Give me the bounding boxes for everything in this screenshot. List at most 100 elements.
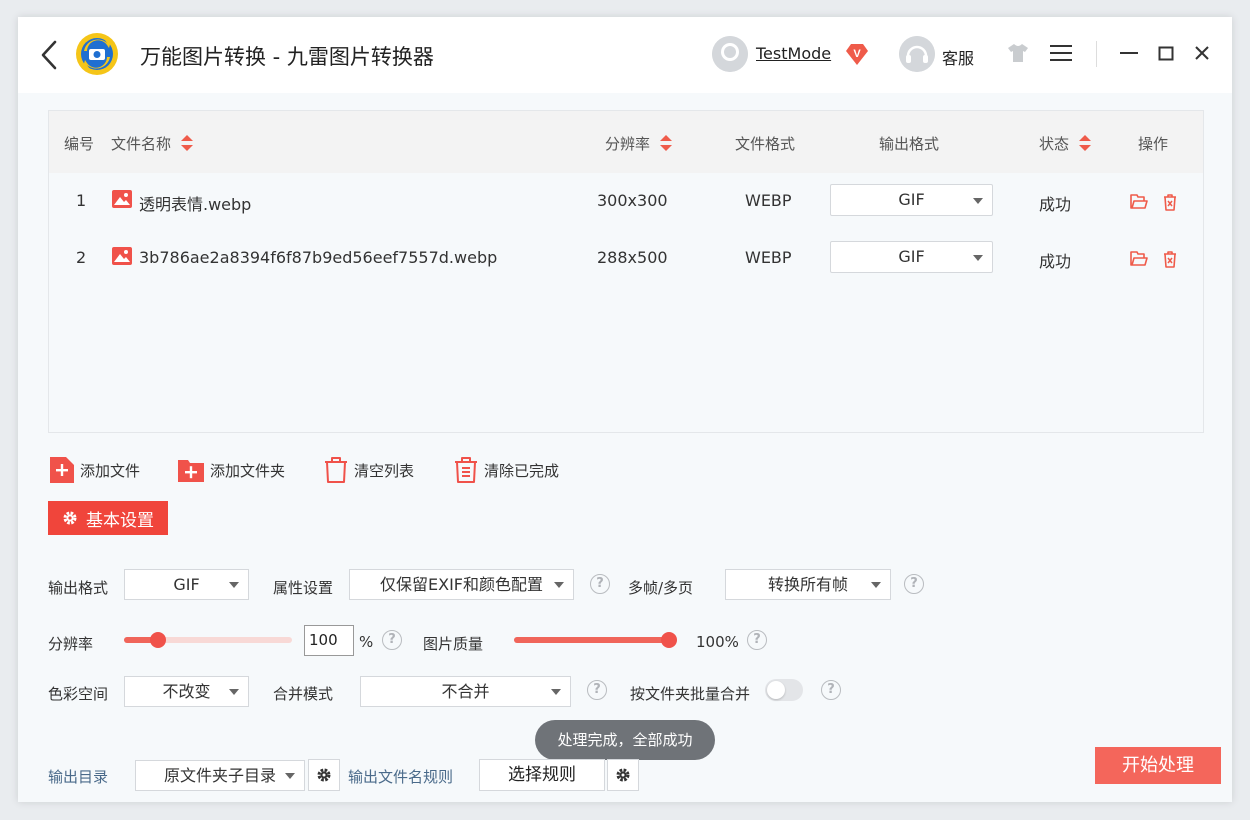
chevron-down-icon	[229, 582, 239, 588]
add-file-icon	[50, 457, 74, 483]
chevron-down-icon	[554, 582, 564, 588]
color-space-label: 色彩空间	[48, 685, 109, 703]
output-format-select[interactable]: GIF	[124, 569, 249, 600]
clear-list-button[interactable]: 清空列表	[324, 457, 414, 483]
quality-slider-fill	[514, 637, 669, 643]
attribute-label: 属性设置	[273, 579, 334, 597]
chevron-down-icon	[285, 773, 295, 779]
header-filename-sortable[interactable]: 文件名称	[111, 133, 194, 154]
clear-done-button[interactable]: 清除已完成	[454, 457, 559, 483]
row-file-format: WEBP	[745, 248, 792, 267]
add-file-label: 添加文件	[80, 461, 141, 480]
quality-slider[interactable]	[514, 632, 677, 648]
service-avatar[interactable]	[899, 36, 935, 72]
vip-badge-label: V	[853, 48, 861, 60]
delete-icon[interactable]	[1161, 193, 1179, 211]
help-icon[interactable]: ?	[821, 680, 841, 700]
service-label[interactable]: 客服	[942, 45, 974, 69]
file-table: 编号 文件名称 分辨率 文件格式 输出格式 状态 操作 1 透明表情.webp …	[48, 110, 1204, 433]
quality-slider-thumb[interactable]	[661, 632, 677, 648]
header-index: 编号	[64, 135, 95, 153]
output-format-label: 输出格式	[48, 579, 109, 597]
multiframe-select[interactable]: 转换所有帧	[725, 569, 891, 600]
row-status: 成功	[1039, 195, 1072, 214]
gear-icon	[616, 768, 630, 782]
sort-icon	[1078, 134, 1091, 151]
percent-sign: %	[359, 633, 374, 651]
select-rule-button[interactable]: 选择规则	[479, 759, 605, 791]
add-folder-icon	[178, 460, 204, 482]
toggle-knob	[767, 681, 785, 699]
sort-icon	[180, 134, 193, 151]
row-status: 成功	[1039, 252, 1072, 271]
user-avatar[interactable]	[712, 36, 748, 72]
close-icon[interactable]	[1193, 44, 1211, 62]
color-space-select[interactable]: 不改变	[124, 676, 249, 707]
help-icon[interactable]: ?	[590, 574, 610, 594]
vip-badge-icon[interactable]: V	[844, 41, 870, 67]
clear-list-label: 清空列表	[354, 461, 415, 480]
table-row[interactable]: 1 透明表情.webp 300x300 WEBP GIF 成功	[49, 173, 1203, 230]
folder-merge-toggle[interactable]	[765, 679, 803, 701]
username-link[interactable]: TestMode	[756, 44, 831, 63]
merge-mode-select[interactable]: 不合并	[360, 676, 571, 707]
output-dir-settings-button[interactable]	[308, 759, 340, 791]
add-folder-label: 添加文件夹	[210, 461, 286, 480]
folder-merge-label: 按文件夹批量合并	[630, 685, 751, 703]
quality-value: 100%	[696, 633, 739, 651]
image-file-icon	[112, 247, 132, 265]
app-window: 万能图片转换 - 九雷图片转换器 TestMode V 客服 编号 文件名称 分…	[18, 17, 1232, 802]
toast-message: 处理完成，全部成功	[535, 720, 715, 760]
trash-icon	[325, 457, 347, 483]
row-file-format: WEBP	[745, 191, 792, 210]
gear-icon	[317, 768, 331, 782]
help-icon[interactable]: ?	[747, 630, 767, 650]
chevron-down-icon	[551, 689, 561, 695]
clear-done-label: 清除已完成	[484, 461, 560, 480]
header-resolution-sortable[interactable]: 分辨率	[605, 133, 673, 154]
table-header: 编号 文件名称 分辨率 文件格式 输出格式 状态 操作	[49, 111, 1203, 173]
back-arrow-icon[interactable]	[38, 39, 60, 71]
header-actions: 操作	[1138, 135, 1169, 153]
user-icon	[712, 36, 748, 72]
skin-tshirt-icon[interactable]	[1007, 43, 1029, 63]
add-folder-button[interactable]: 添加文件夹	[178, 457, 285, 483]
delete-icon[interactable]	[1161, 250, 1179, 268]
header-filename: 文件名称	[111, 135, 172, 153]
minimize-icon[interactable]	[1119, 44, 1139, 62]
open-folder-icon[interactable]	[1130, 250, 1148, 268]
row-output-format: GIF	[898, 247, 925, 266]
row-output-format-select[interactable]: GIF	[830, 184, 993, 216]
maximize-icon[interactable]	[1158, 46, 1174, 61]
chevron-down-icon	[871, 582, 881, 588]
menu-icon[interactable]	[1050, 44, 1072, 62]
open-folder-icon[interactable]	[1130, 193, 1148, 211]
output-format-value: GIF	[173, 575, 200, 594]
table-row[interactable]: 2 3b786ae2a8394f6f87b9ed56eef7557d.webp …	[49, 230, 1203, 287]
trash-lines-icon	[455, 457, 477, 483]
multiframe-label: 多帧/多页	[628, 579, 694, 597]
resolution-input[interactable]: 100	[304, 625, 354, 656]
start-processing-button[interactable]: 开始处理	[1095, 747, 1221, 784]
output-dir-label: 输出目录	[48, 768, 109, 786]
add-file-button[interactable]: 添加文件	[50, 457, 140, 483]
help-icon[interactable]: ?	[904, 574, 924, 594]
help-icon[interactable]: ?	[382, 630, 402, 650]
help-icon[interactable]: ?	[587, 680, 607, 700]
filename-rule-settings-button[interactable]	[607, 759, 639, 791]
resolution-slider[interactable]	[124, 632, 292, 648]
header-status: 状态	[1039, 135, 1070, 153]
attribute-select[interactable]: 仅保留EXIF和颜色配置	[349, 569, 574, 600]
basic-settings-tab[interactable]: 基本设置	[48, 501, 168, 535]
chevron-down-icon	[229, 689, 239, 695]
resolution-label: 分辨率	[48, 635, 94, 653]
attribute-value: 仅保留EXIF和颜色配置	[380, 575, 543, 594]
resolution-slider-thumb[interactable]	[149, 632, 166, 648]
row-output-format-select[interactable]: GIF	[830, 241, 993, 273]
sort-icon	[659, 134, 672, 151]
row-resolution: 288x500	[597, 248, 668, 267]
header-file-format: 文件格式	[735, 135, 796, 153]
header-status-sortable[interactable]: 状态	[1039, 133, 1092, 154]
output-dir-select[interactable]: 原文件夹子目录	[135, 760, 305, 791]
row-index: 1	[76, 191, 87, 210]
